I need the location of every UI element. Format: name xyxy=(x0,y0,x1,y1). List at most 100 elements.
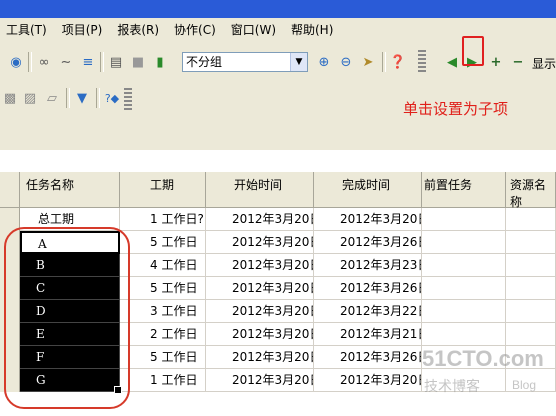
row-header[interactable] xyxy=(0,323,20,346)
task-name-cell[interactable]: D xyxy=(20,300,120,323)
start-cell[interactable]: 2012年3月20日 xyxy=(206,277,314,300)
finish-cell[interactable]: 2012年3月20日 xyxy=(314,208,422,231)
row-header[interactable] xyxy=(0,277,20,300)
duration-cell[interactable]: 2 工作日 xyxy=(120,323,206,346)
task-name-cell[interactable]: C xyxy=(20,277,120,300)
assign-resources-icon[interactable]: ▮ xyxy=(152,54,168,70)
start-cell[interactable]: 2012年3月20日 xyxy=(206,231,314,254)
copy-picture-icon[interactable]: ?◆ xyxy=(104,90,120,106)
task-name-cell[interactable]: E xyxy=(20,323,120,346)
start-cell[interactable]: 2012年3月20日 xyxy=(206,323,314,346)
row-header[interactable] xyxy=(0,346,20,369)
menu-project[interactable]: 项目(P) xyxy=(56,21,112,38)
tracking-icon[interactable]: ▩ xyxy=(2,90,18,106)
predecessors-cell[interactable] xyxy=(422,231,506,254)
title-bar xyxy=(0,0,556,18)
predecessors-cell[interactable] xyxy=(422,254,506,277)
start-cell[interactable]: 2012年3月20日 xyxy=(206,208,314,231)
help-icon[interactable]: ❓ xyxy=(390,54,406,70)
duration-cell[interactable]: 4 工作日 xyxy=(120,254,206,277)
hide-subtasks-icon[interactable]: − xyxy=(510,54,526,70)
menu-help[interactable]: 帮助(H) xyxy=(285,21,342,38)
select-all-corner[interactable] xyxy=(0,172,20,208)
show-label[interactable]: 显示 xyxy=(532,55,556,72)
predecessors-cell[interactable] xyxy=(422,300,506,323)
toolbar-spacer xyxy=(0,124,556,150)
column-header-duration[interactable]: 工期 xyxy=(120,172,206,208)
task-name-cell[interactable]: B xyxy=(20,254,120,277)
duration-cell[interactable]: 1 工作日? xyxy=(120,208,206,231)
zoom-out-icon[interactable]: ⊖ xyxy=(338,54,354,70)
row-header[interactable] xyxy=(0,231,20,254)
finish-cell[interactable]: 2012年3月23日 xyxy=(314,254,422,277)
separator xyxy=(96,88,100,108)
outdent-icon[interactable]: ◀ xyxy=(444,54,460,70)
task-name-cell[interactable]: 总工期 xyxy=(20,208,120,231)
finish-cell[interactable]: 2012年3月26日 xyxy=(314,346,422,369)
finish-cell[interactable]: 2012年3月26日 xyxy=(314,231,422,254)
update-tasks-icon[interactable]: ▨ xyxy=(22,90,38,106)
column-header-start[interactable]: 开始时间 xyxy=(206,172,314,208)
separator xyxy=(28,52,32,72)
chevron-down-icon[interactable]: ▼ xyxy=(290,53,307,71)
globe-icon[interactable]: ◉ xyxy=(8,54,24,70)
duration-cell[interactable]: 5 工作日 xyxy=(120,231,206,254)
resource-names-cell[interactable] xyxy=(506,277,556,300)
resource-names-cell[interactable] xyxy=(506,254,556,277)
row-header[interactable] xyxy=(0,254,20,277)
task-name-cell[interactable]: A xyxy=(20,231,120,254)
column-header-finish[interactable]: 完成时间 xyxy=(314,172,422,208)
formatting-toolbar: ◉ ∞ ∼ ≡ ▤ ■ ▮ 不分组 ▼ ⊕ ⊖ ➤ ❓ ◀ ▶ + − 显示 xyxy=(0,36,556,86)
toolbar-grip[interactable] xyxy=(418,50,426,74)
menu-collaborate[interactable]: 协作(C) xyxy=(168,21,225,38)
group-by-value: 不分组 xyxy=(186,55,223,69)
predecessors-cell[interactable] xyxy=(422,208,506,231)
menu-report[interactable]: 报表(R) xyxy=(111,21,168,38)
filter-icon[interactable]: ▼ xyxy=(74,90,90,106)
task-notes-icon[interactable]: ■ xyxy=(130,54,146,70)
menu-tools[interactable]: 工具(T) xyxy=(0,21,56,38)
resource-names-cell[interactable] xyxy=(506,300,556,323)
duration-cell[interactable]: 5 工作日 xyxy=(120,277,206,300)
finish-cell[interactable]: 2012年3月22日 xyxy=(314,300,422,323)
duration-cell[interactable]: 1 工作日 xyxy=(120,369,206,392)
predecessors-cell[interactable] xyxy=(422,323,506,346)
group-by-select[interactable]: 不分组 ▼ xyxy=(182,52,308,72)
row-header[interactable] xyxy=(0,208,20,231)
column-header-resource-names[interactable]: 资源名称 xyxy=(506,172,556,209)
resource-names-cell[interactable] xyxy=(506,231,556,254)
split-task-icon[interactable]: ≡ xyxy=(80,54,96,70)
row-header[interactable] xyxy=(0,300,20,323)
predecessors-cell[interactable] xyxy=(422,277,506,300)
fill-handle[interactable] xyxy=(114,386,122,394)
resource-names-cell[interactable] xyxy=(506,323,556,346)
unlink-tasks-icon[interactable]: ∼ xyxy=(58,54,74,70)
zoom-in-icon[interactable]: ⊕ xyxy=(316,54,332,70)
menu-window[interactable]: 窗口(W) xyxy=(225,21,285,38)
column-header-predecessors[interactable]: 前置任务 xyxy=(422,172,506,208)
finish-cell[interactable]: 2012年3月26日 xyxy=(314,277,422,300)
finish-cell[interactable]: 2012年3月21日 xyxy=(314,323,422,346)
start-cell[interactable]: 2012年3月20日 xyxy=(206,369,314,392)
duration-cell[interactable]: 3 工作日 xyxy=(120,300,206,323)
finish-cell[interactable]: 2012年3月20日 xyxy=(314,369,422,392)
start-cell[interactable]: 2012年3月20日 xyxy=(206,254,314,277)
resource-names-cell[interactable] xyxy=(506,208,556,231)
link-tasks-icon[interactable]: ∞ xyxy=(36,54,52,70)
scroll-to-task-icon[interactable]: ➤ xyxy=(360,54,376,70)
column-header-task-name[interactable]: 任务名称 xyxy=(20,172,120,208)
show-subtasks-icon[interactable]: + xyxy=(488,54,504,70)
duration-cell[interactable]: 5 工作日 xyxy=(120,346,206,369)
toolbar-grip[interactable] xyxy=(124,88,132,112)
task-name-cell[interactable]: F xyxy=(20,346,120,369)
task-name-cell[interactable]: G xyxy=(20,369,120,392)
resource-icon[interactable]: ▱ xyxy=(44,90,60,106)
column-header-label: 资源名称 xyxy=(510,178,547,209)
task-info-icon[interactable]: ▤ xyxy=(108,54,124,70)
indent-highlight xyxy=(462,36,484,66)
start-cell[interactable]: 2012年3月20日 xyxy=(206,346,314,369)
column-header-label: 工期 xyxy=(150,178,175,192)
start-cell[interactable]: 2012年3月20日 xyxy=(206,300,314,323)
row-header[interactable] xyxy=(0,369,20,392)
separator xyxy=(66,88,70,108)
